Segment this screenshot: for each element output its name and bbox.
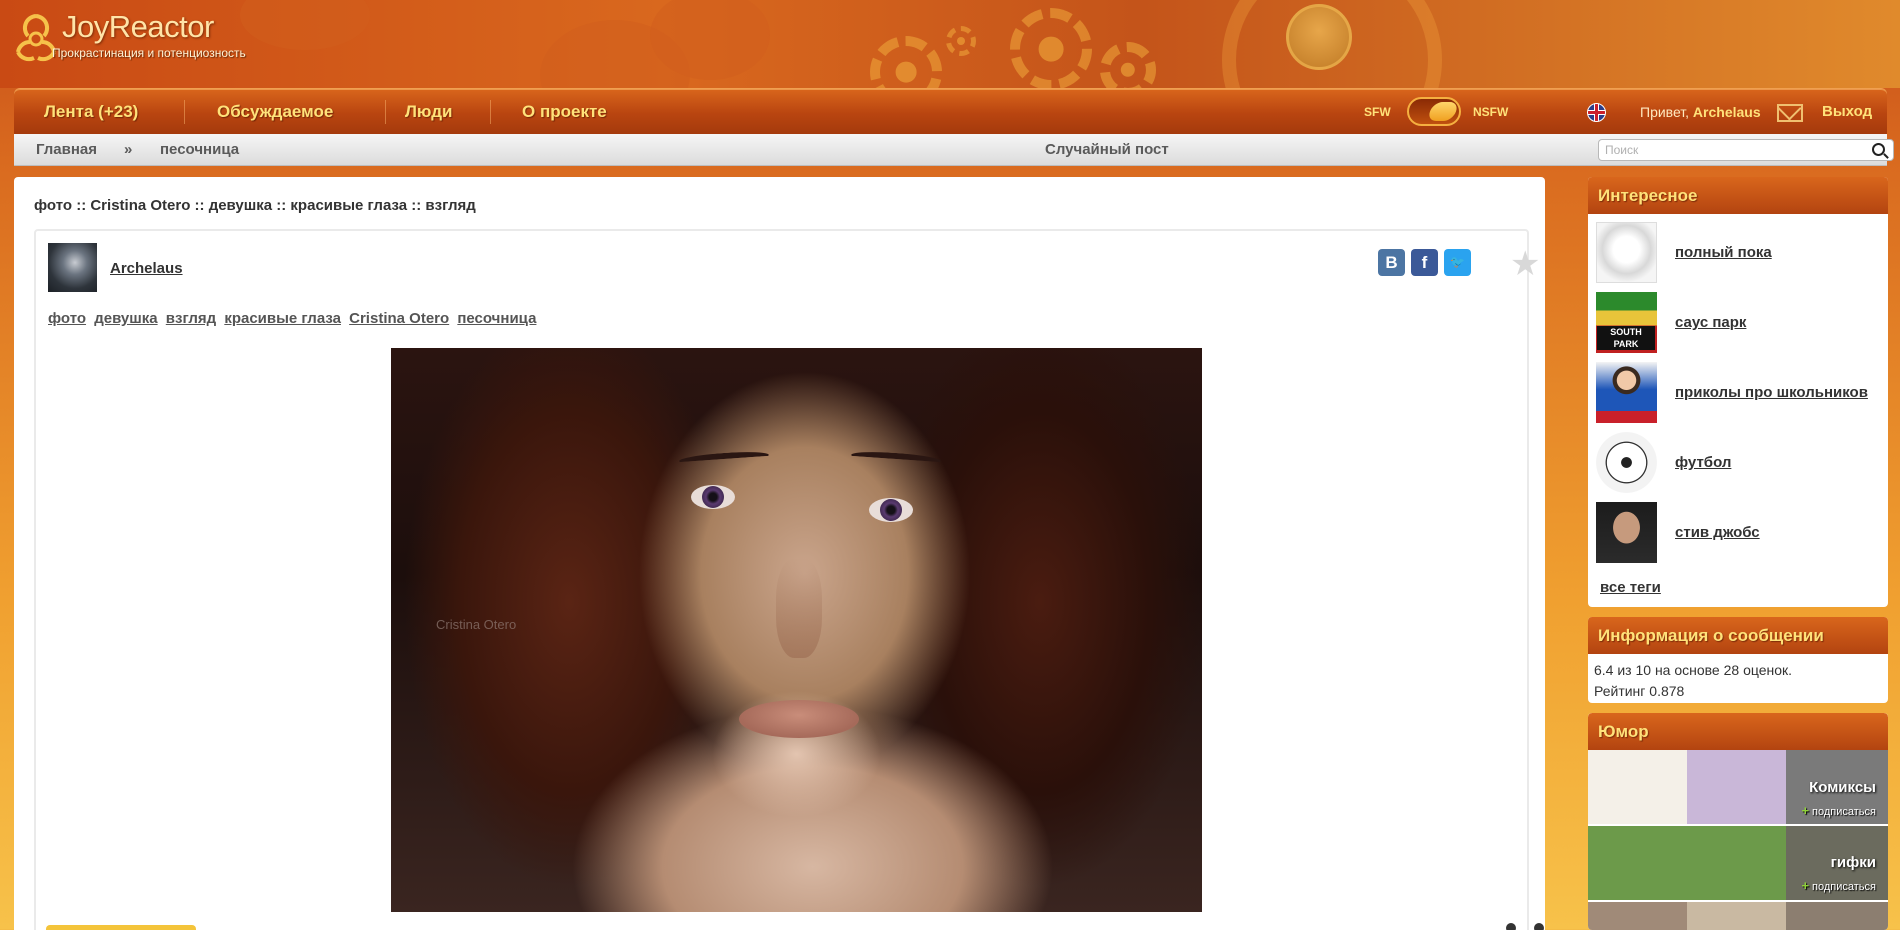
page-title: фото :: Cristina Otero :: девушка :: кра… [34,197,476,214]
radiation-gear-decoration [1100,42,1156,88]
photo-watermark: Cristina Otero [436,617,517,632]
nav-separator [490,100,491,124]
breadcrumb: Главная » песочница Случайный пост [14,134,1894,166]
radiation-gear-decoration [870,36,942,88]
nav-discussed[interactable]: Обсуждаемое [217,89,333,135]
breadcrumb-separator: » [124,141,133,158]
nav-separator [385,100,386,124]
main-nav: Лента (+23) Обсуждаемое Люди О проекте S… [14,88,1887,134]
breadcrumb-current[interactable]: песочница [160,134,239,166]
nav-people[interactable]: Люди [405,89,452,135]
user-greeting: Привет, Archelaus [1640,89,1761,135]
greeting-text: Привет, [1640,104,1690,120]
sidebar-item-label[interactable]: стив джобс [1675,524,1760,541]
sidebar-item-label[interactable]: полный пока [1675,244,1772,261]
radiation-gear-decoration [1010,8,1092,88]
logo-title: JoyReactor [62,9,214,44]
photo-left-brow [678,449,770,467]
sidebar-info-title: Информация о сообщении [1588,617,1888,654]
sidebar-item[interactable]: стив джобс [1596,502,1760,563]
photo-right-brow [850,449,942,467]
logout-link[interactable]: Выход [1822,89,1872,135]
humor-item-more[interactable] [1588,902,1888,930]
avatar[interactable] [48,243,97,292]
sidebar-thumb [1596,432,1657,493]
search-input[interactable] [1605,142,1855,158]
tag-link[interactable]: взгляд [166,310,216,327]
post-footer-dot[interactable] [1506,923,1516,930]
search-icon[interactable] [1872,143,1885,156]
photo-right-eye [869,498,913,522]
sidebar-thumb [1596,292,1657,353]
sfw-nsfw-toggle[interactable] [1407,97,1461,126]
post-image[interactable]: Cristina Otero [391,348,1202,912]
favorite-star-icon[interactable]: ★ [1510,244,1540,284]
random-post-link[interactable]: Случайный пост [1045,134,1169,166]
sidebar-thumb [1596,362,1657,423]
sidebar-item-label[interactable]: приколы про школьников [1675,384,1868,401]
humor-item-title[interactable]: Комиксы [1809,779,1876,796]
tag-link[interactable]: красивые глаза [224,310,341,327]
humor-thumb [1588,902,1888,930]
share-twitter-button[interactable]: 🐦 [1444,249,1471,276]
post-tags: фото девушка взгляд красивые глаза Crist… [48,310,540,327]
sidebar-thumb [1596,222,1657,283]
photo-nose [776,558,822,658]
sidebar-humor: Юмор Комиксы подписаться гифки подписать… [1588,713,1888,930]
nav-about[interactable]: О проекте [522,89,607,135]
username-link[interactable]: Archelaus [1693,104,1761,120]
site-header: JoyReactor Прокрастинация и потенциознос… [0,0,1900,88]
sidebar-interesting: Интересное полный пока саус парк приколы… [1588,177,1888,607]
sidebar-item[interactable]: саус парк [1596,292,1746,353]
logo-subtitle: Прокрастинация и потенциозность [52,46,246,60]
rating-summary: 6.4 из 10 на основе 28 оценок. [1594,662,1793,678]
photo-lips [739,700,859,738]
sidebar-item-label[interactable]: футбол [1675,454,1731,471]
humor-item-comics[interactable]: Комиксы подписаться [1588,750,1888,824]
post-footer-button[interactable] [46,925,196,930]
rating-value: Рейтинг 0.878 [1594,683,1685,699]
post-author-link[interactable]: Archelaus [110,260,183,277]
humor-item-title[interactable]: гифки [1831,854,1876,871]
sidebar-item[interactable]: приколы про школьников [1596,362,1868,423]
post-info-text: 6.4 из 10 на основе 28 оценок. Рейтинг 0… [1588,654,1888,708]
nsfw-label[interactable]: NSFW [1473,89,1508,135]
main-content: фото :: Cristina Otero :: девушка :: кра… [14,177,1545,930]
sidebar-interesting-title: Интересное [1588,177,1888,214]
breadcrumb-home[interactable]: Главная [36,134,97,166]
all-tags-link[interactable]: все теги [1600,579,1661,596]
sidebar-post-info: Информация о сообщении 6.4 из 10 на осно… [1588,617,1888,703]
sidebar-item-label[interactable]: саус парк [1675,314,1746,331]
subscribe-link[interactable]: подписаться [1801,878,1876,893]
radiation-gear-decoration [946,26,976,56]
sidebar-item[interactable]: футбол [1596,432,1731,493]
photo-left-eye [691,485,735,509]
post-card: Archelaus B f 🐦 ★ фото девушка взгляд кр… [34,229,1540,930]
toggle-knob [1426,102,1460,121]
search-box [1598,139,1894,161]
tag-link[interactable]: девушка [94,310,157,327]
mail-icon[interactable] [1777,104,1803,122]
tag-link[interactable]: песочница [457,310,536,327]
troll-face-decoration [1286,4,1352,70]
tag-link[interactable]: фото [48,310,86,327]
humor-item-gifs[interactable]: гифки подписаться [1588,826,1888,900]
sidebar-item[interactable]: полный пока [1596,222,1772,283]
site-logo[interactable]: JoyReactor Прокрастинация и потенциознос… [12,9,246,66]
header-cloud-decoration [240,0,370,50]
sidebar-thumb [1596,502,1657,563]
post-footer-dot[interactable] [1534,923,1544,930]
nav-separator [184,100,185,124]
share-facebook-button[interactable]: f [1411,249,1438,276]
share-vk-button[interactable]: B [1378,249,1405,276]
tag-link[interactable]: Cristina Otero [349,310,449,327]
sidebar-humor-title: Юмор [1588,713,1888,750]
nav-feed[interactable]: Лента (+23) [44,89,138,135]
sfw-label[interactable]: SFW [1364,89,1391,135]
uk-flag-icon[interactable] [1587,103,1606,122]
subscribe-link[interactable]: подписаться [1801,803,1876,818]
